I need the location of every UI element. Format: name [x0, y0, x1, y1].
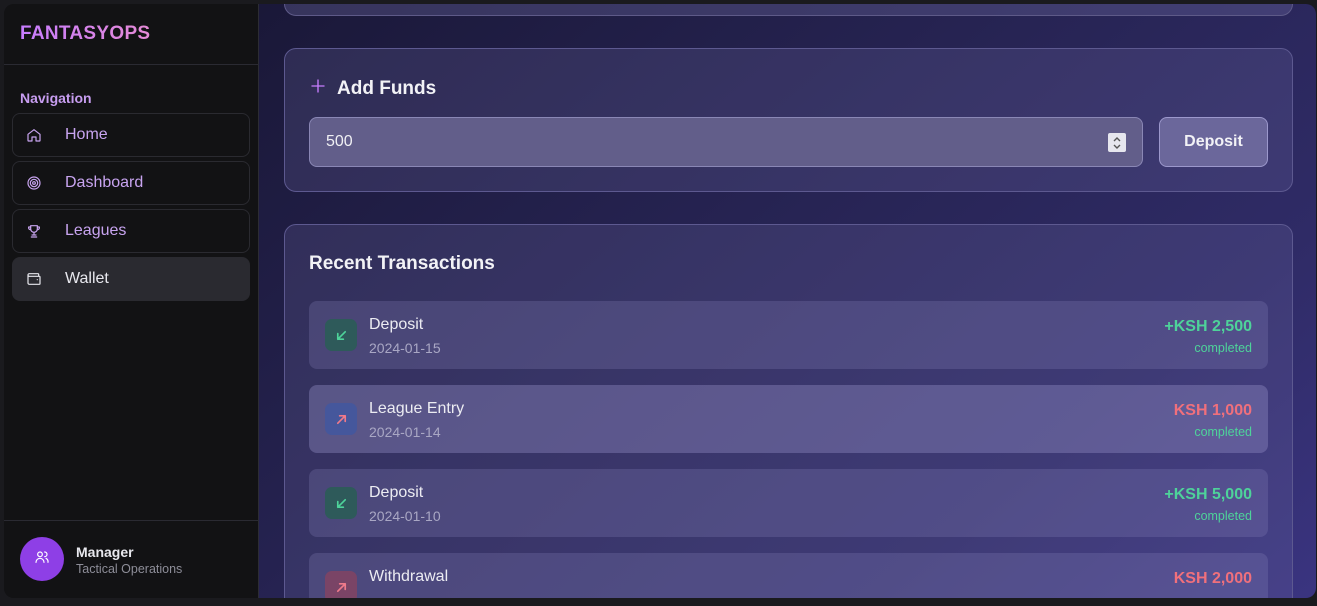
sidebar-item-label: Home — [65, 126, 108, 143]
transaction-row[interactable]: League Entry 2024-01-14 KSH 1,000 comple… — [309, 385, 1268, 453]
user-name: Manager — [76, 544, 134, 560]
arrow-up-right-icon — [325, 403, 357, 435]
deposit-button[interactable]: Deposit — [1159, 117, 1268, 167]
home-icon — [25, 126, 43, 144]
transaction-amount: KSH 1,000 — [1173, 402, 1252, 419]
users-icon — [34, 549, 50, 570]
avatar[interactable] — [20, 537, 64, 581]
sidebar-item-label: Dashboard — [65, 174, 144, 191]
transaction-amount: +KSH 5,000 — [1164, 486, 1252, 503]
transaction-amount: +KSH 2,500 — [1164, 318, 1252, 335]
recent-transactions-card: Recent Transactions Deposit 2024-01-15 +… — [284, 224, 1293, 598]
transaction-date: 2024-01-10 — [369, 508, 441, 524]
sidebar-item-label: Wallet — [65, 270, 109, 287]
add-funds-card: Add Funds 500 Deposit — [284, 48, 1293, 192]
transaction-row[interactable]: Deposit 2024-01-15 +KSH 2,500 completed — [309, 301, 1268, 369]
transaction-status: completed — [1194, 425, 1252, 439]
arrow-down-left-icon — [325, 319, 357, 351]
transaction-status: completed — [1194, 341, 1252, 355]
transactions-title: Recent Transactions — [309, 253, 495, 274]
sidebar-item-leagues[interactable]: Leagues — [12, 209, 250, 253]
sidebar-item-label: Leagues — [65, 222, 127, 239]
transaction-date: 2024-01-14 — [369, 424, 441, 440]
transaction-name: League Entry — [369, 400, 465, 417]
main-content: Add Funds 500 Deposit Recent Transaction… — [259, 4, 1316, 598]
amount-value: 500 — [326, 133, 353, 150]
divider — [4, 64, 259, 65]
nav-section-title: Navigation — [20, 90, 92, 106]
arrow-up-right-icon — [325, 571, 357, 598]
balance-card — [284, 4, 1293, 16]
sidebar-item-dashboard[interactable]: Dashboard — [12, 161, 250, 205]
user-role: Tactical Operations — [76, 562, 183, 576]
transaction-name: Deposit — [369, 316, 424, 333]
target-icon — [25, 174, 43, 192]
transaction-row[interactable]: Withdrawal KSH 2,000 — [309, 553, 1268, 598]
sidebar-item-home[interactable]: Home — [12, 113, 250, 157]
app-window: FANTASYOPS Navigation Home Dashboard Lea… — [4, 4, 1316, 598]
sidebar: FANTASYOPS Navigation Home Dashboard Lea… — [4, 4, 259, 598]
wallet-icon — [25, 270, 43, 288]
add-funds-title: Add Funds — [337, 77, 437, 99]
plus-icon — [309, 77, 337, 100]
transaction-row[interactable]: Deposit 2024-01-10 +KSH 5,000 completed — [309, 469, 1268, 537]
transaction-status: completed — [1194, 509, 1252, 523]
brand-logo[interactable]: FANTASYOPS — [20, 23, 150, 45]
arrow-down-left-icon — [325, 487, 357, 519]
amount-input[interactable]: 500 — [309, 117, 1143, 167]
transaction-name: Withdrawal — [369, 568, 449, 585]
number-spinner[interactable] — [1108, 133, 1126, 152]
add-funds-header: Add Funds — [309, 77, 436, 100]
transaction-date: 2024-01-15 — [369, 340, 441, 356]
transaction-amount: KSH 2,000 — [1173, 570, 1252, 587]
transaction-name: Deposit — [369, 484, 424, 501]
sidebar-item-wallet[interactable]: Wallet — [12, 257, 250, 301]
divider — [4, 520, 259, 521]
trophy-icon — [25, 222, 43, 240]
